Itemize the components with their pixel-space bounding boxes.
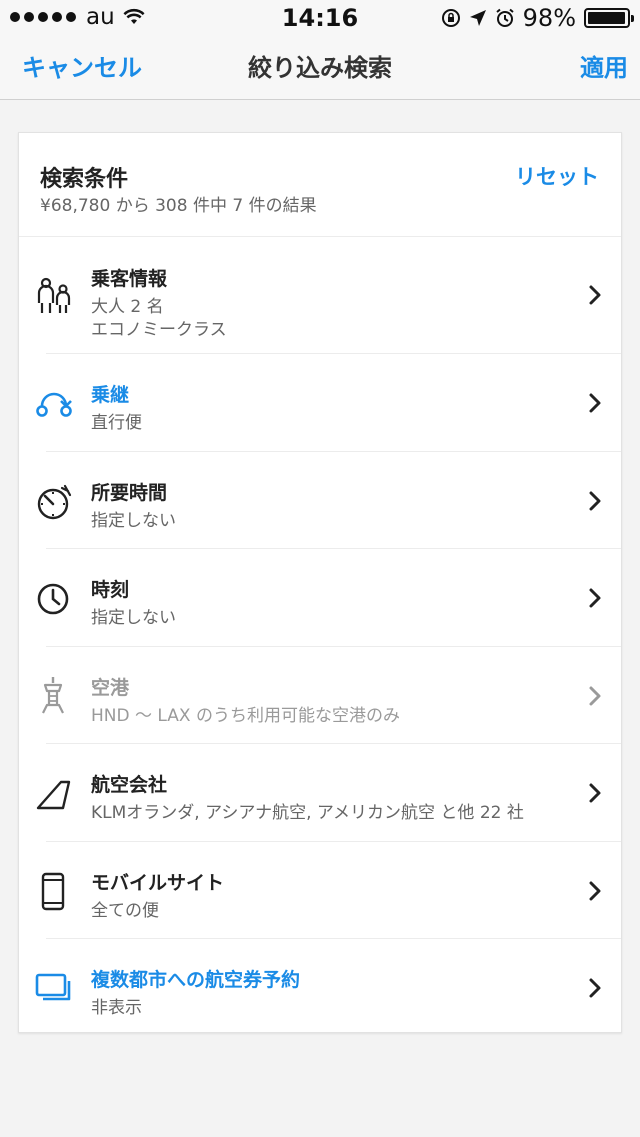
- rotation-lock-icon: [441, 9, 460, 27]
- row-title: 時刻: [91, 579, 130, 601]
- chevron-right-icon: [589, 393, 601, 413]
- search-conditions-title: 検索条件: [40, 167, 129, 192]
- alarm-icon: [496, 8, 514, 27]
- row-title: モバイルサイト: [91, 871, 225, 894]
- multi-city-icon: [35, 973, 71, 1001]
- filter-row-multi-city[interactable]: 複数都市への航空券予約 非表示: [19, 939, 621, 1037]
- duration-timer-icon: [37, 484, 72, 519]
- filter-row-airlines[interactable]: 航空会社 KLMオランダ, アシアナ航空, アメリカン航空 と他 22 社: [19, 744, 621, 842]
- clock-icon: [37, 583, 69, 615]
- row-title: 空港: [91, 676, 130, 699]
- row-subtitle: 指定しない: [91, 608, 176, 628]
- location-arrow-icon: [469, 10, 486, 26]
- row-title: 所要時間: [91, 481, 168, 504]
- row-title: 航空会社: [91, 774, 168, 796]
- filter-row-duration[interactable]: 所要時間 指定しない: [19, 452, 621, 550]
- chevron-right-icon: [589, 588, 601, 608]
- status-right: 98%: [441, 4, 634, 32]
- filter-card: 検索条件 ¥68,780 から 308 件中 7 件の結果 リセット 乗客情報 …: [18, 132, 622, 1033]
- mobile-phone-icon: [41, 872, 65, 910]
- row-title: 乗客情報: [91, 268, 168, 290]
- passengers-icon: [37, 277, 71, 313]
- filter-row-passengers[interactable]: 乗客情報 大人 2 名 エコノミークラス: [19, 237, 621, 354]
- chevron-right-icon: [589, 881, 601, 900]
- row-subtitle-2: エコノミークラス: [91, 320, 227, 340]
- row-subtitle: KLMオランダ, アシアナ航空, アメリカン航空 と他 22 社: [91, 803, 524, 823]
- row-subtitle: 大人 2 名: [91, 297, 164, 317]
- status-bar: au 14:16 98%: [0, 0, 640, 34]
- battery-percent: 98%: [522, 4, 576, 32]
- chevron-right-icon: [589, 783, 601, 803]
- row-subtitle: 全ての便: [91, 900, 159, 921]
- row-subtitle: 非表示: [91, 998, 142, 1018]
- chevron-right-icon: [589, 978, 601, 998]
- filter-row-connection[interactable]: 乗継 直行便: [19, 354, 621, 452]
- chevron-right-icon: [589, 491, 601, 510]
- row-subtitle: HND 〜 LAX のうち利用可能な空港のみ: [91, 705, 400, 726]
- chevron-right-icon: [589, 285, 601, 305]
- navigation-bar: キャンセル 絞り込み検索 適用: [0, 34, 640, 100]
- chevron-right-icon: [589, 686, 601, 705]
- row-title: 乗継: [91, 384, 130, 406]
- airline-tail-icon: [36, 780, 71, 810]
- row-title: 複数都市への航空券予約: [91, 969, 301, 991]
- filter-row-mobile-site[interactable]: モバイルサイト 全ての便: [19, 842, 621, 940]
- airport-tower-icon: [42, 676, 64, 713]
- filter-row-time[interactable]: 時刻 指定しない: [19, 549, 621, 647]
- battery-icon: [584, 8, 634, 28]
- filter-row-airport[interactable]: 空港 HND 〜 LAX のうち利用可能な空港のみ: [19, 647, 621, 745]
- search-conditions-header: 検索条件 ¥68,780 から 308 件中 7 件の結果 リセット: [19, 133, 621, 237]
- apply-button[interactable]: 適用: [580, 48, 628, 83]
- result-summary: ¥68,780 から 308 件中 7 件の結果: [40, 196, 317, 216]
- row-subtitle: 指定しない: [91, 510, 176, 531]
- connection-icon: [36, 392, 72, 417]
- reset-button[interactable]: リセット: [515, 161, 599, 191]
- battery-level: [588, 12, 626, 24]
- page-title: 絞り込み検索: [248, 54, 392, 82]
- row-subtitle: 直行便: [91, 413, 142, 433]
